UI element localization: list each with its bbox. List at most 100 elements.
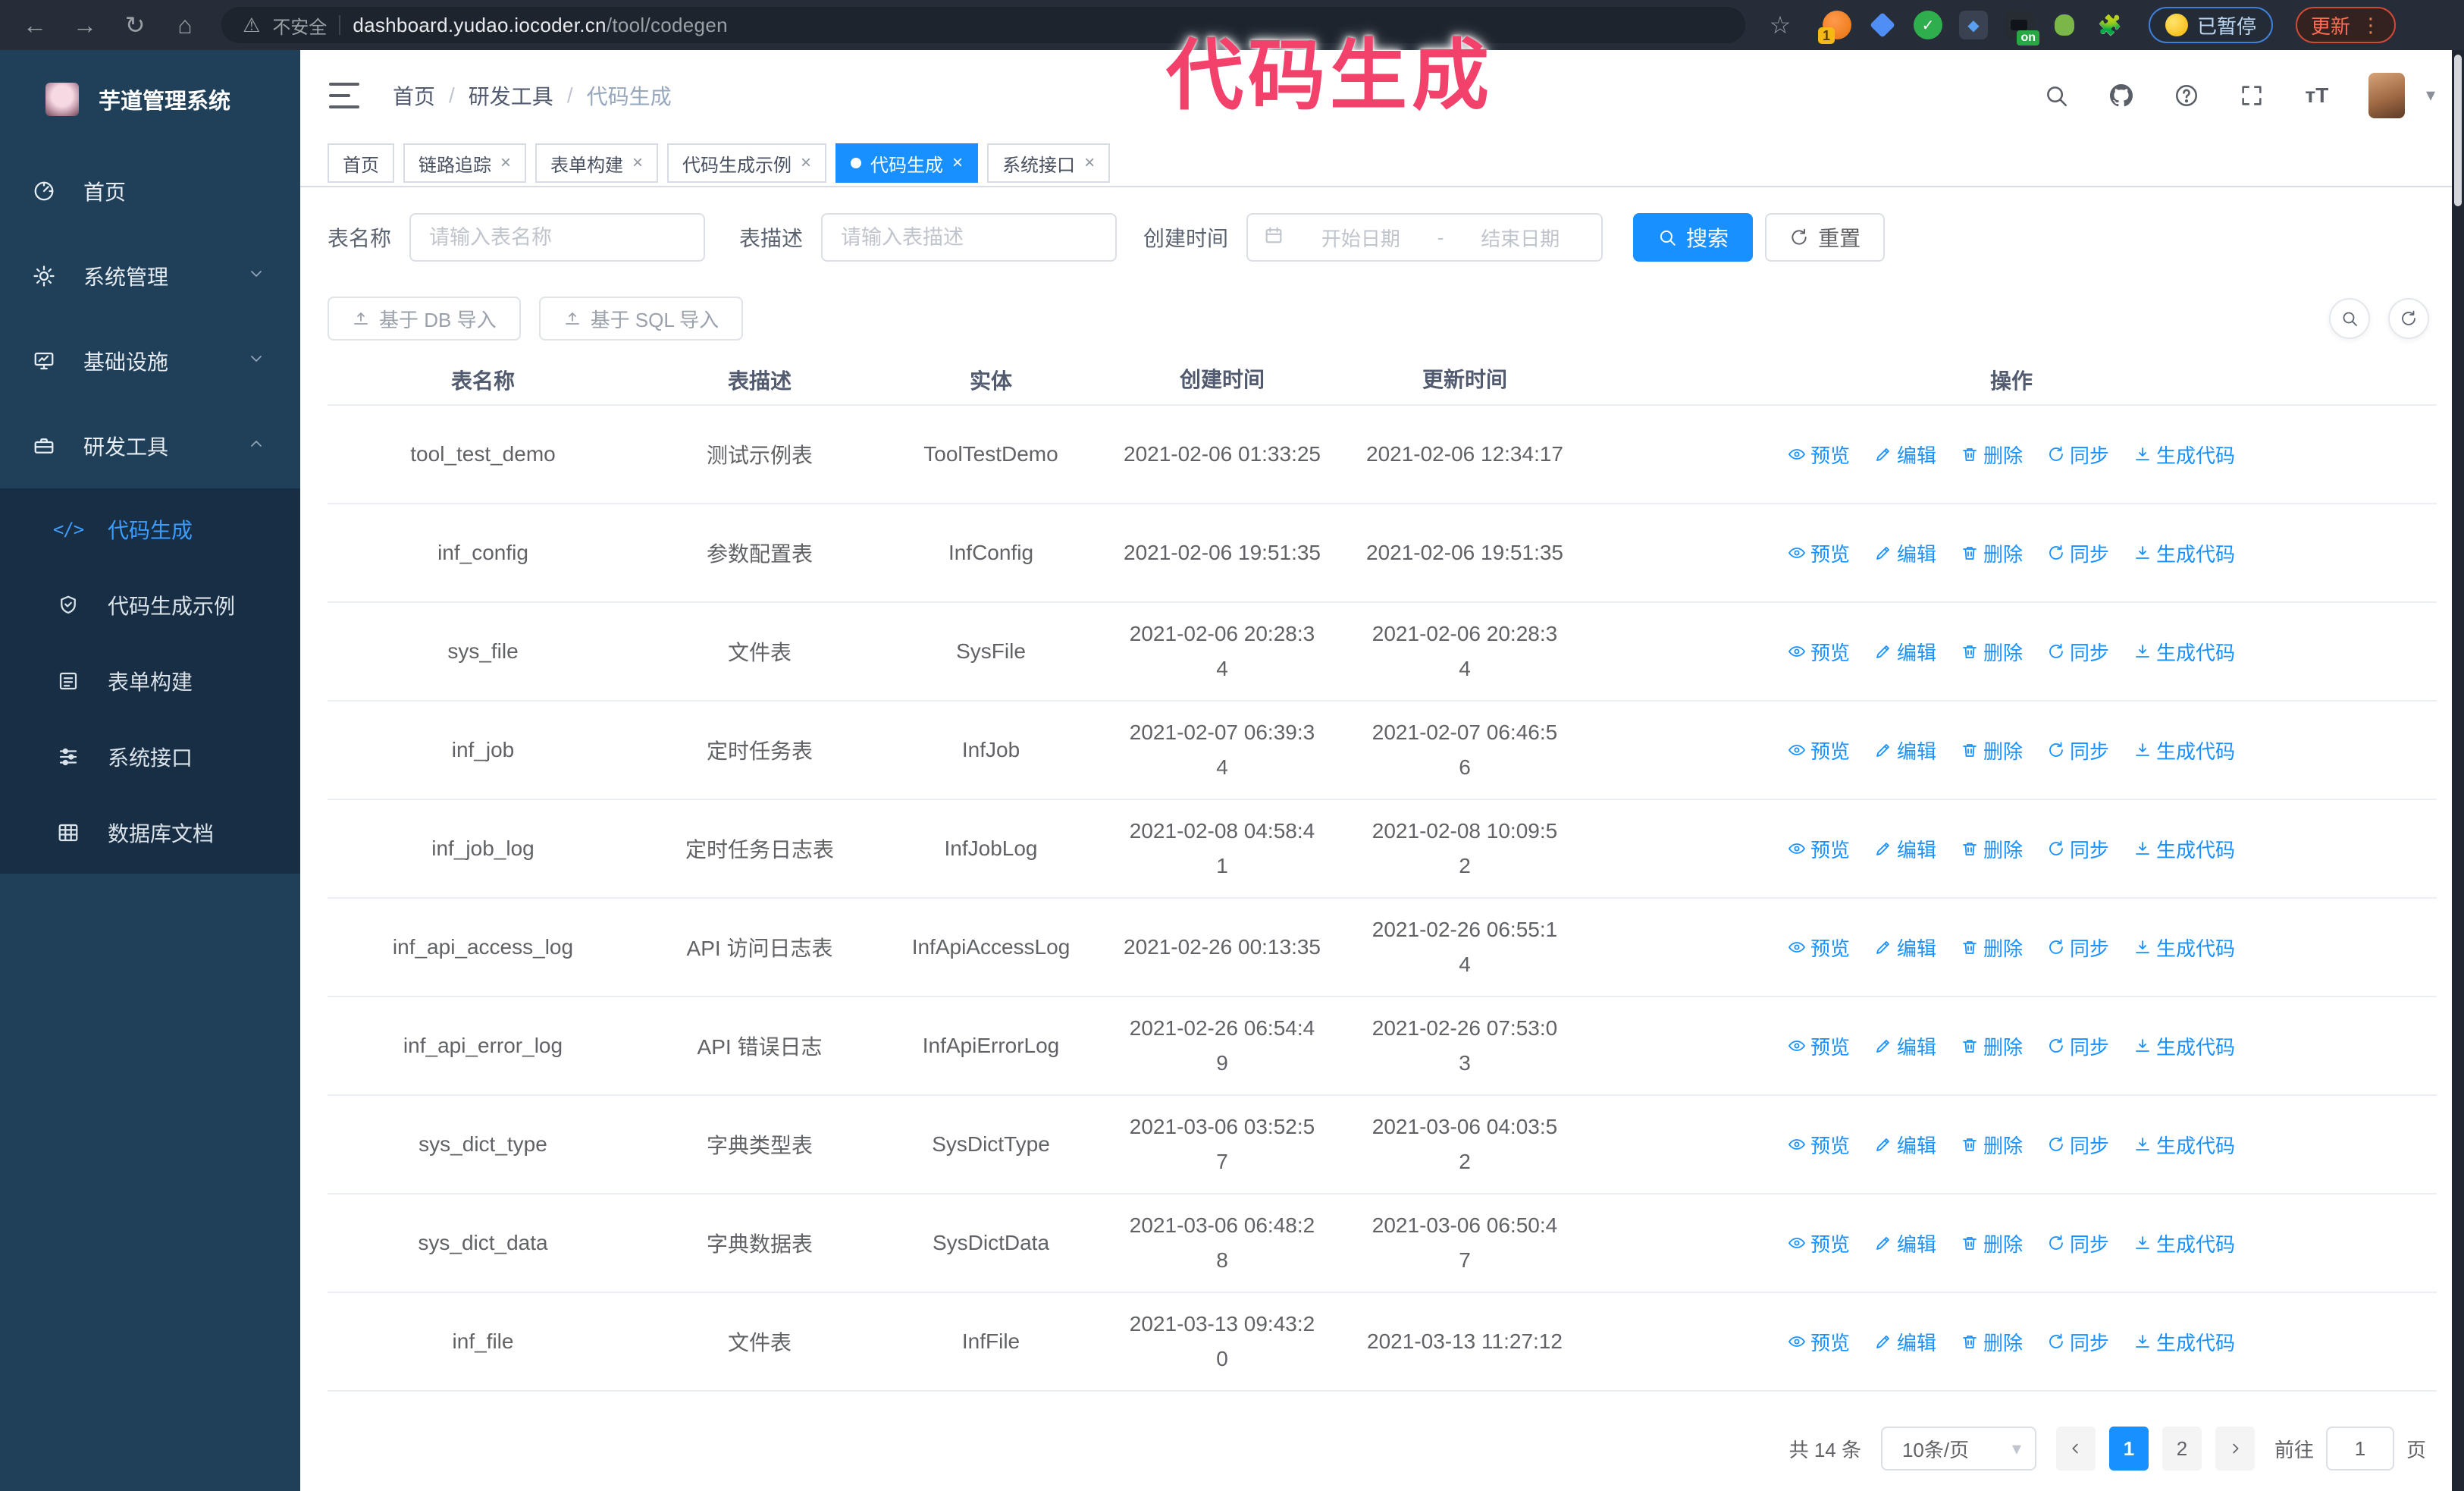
delete-link[interactable]: 删除 (1961, 539, 2023, 567)
tab-tracing[interactable]: 链路追踪 × (403, 143, 527, 183)
preview-link[interactable]: 预览 (1788, 736, 1850, 764)
table-name-input[interactable] (409, 213, 706, 262)
generate-code-link[interactable]: 生成代码 (2133, 835, 2235, 863)
extension-icon-grid[interactable]: ◆ (1959, 11, 1988, 39)
edit-link[interactable]: 编辑 (1874, 1131, 1936, 1159)
extension-icon-check[interactable]: ✓ (1914, 11, 1942, 39)
next-page-button[interactable] (2215, 1427, 2255, 1471)
extension-icon-tampermonkey[interactable]: on (2005, 11, 2039, 46)
edit-link[interactable]: 编辑 (1874, 835, 1936, 863)
sidebar-item-infra[interactable]: 基础设施 (0, 319, 300, 403)
browser-forward-button[interactable]: → (65, 5, 105, 45)
search-button[interactable]: 搜索 (1633, 213, 1754, 262)
browser-update-button[interactable]: 更新 ⋮ (2296, 7, 2397, 43)
extension-icon-orange[interactable]: 1 (1818, 11, 1851, 44)
preview-link[interactable]: 预览 (1788, 1229, 1850, 1257)
delete-link[interactable]: 删除 (1961, 1131, 2023, 1159)
generate-code-link[interactable]: 生成代码 (2133, 539, 2235, 567)
delete-link[interactable]: 删除 (1961, 638, 2023, 666)
tab-form-builder[interactable]: 表单构建 × (535, 143, 659, 183)
sync-link[interactable]: 同步 (2047, 934, 2109, 962)
generate-code-link[interactable]: 生成代码 (2133, 1328, 2235, 1356)
bookmark-star-icon[interactable]: ☆ (1760, 5, 1800, 45)
extension-icon-gem[interactable] (1868, 11, 1897, 39)
close-icon[interactable]: × (500, 152, 511, 174)
extension-icon-puzzle[interactable]: 🧩 (2096, 11, 2124, 39)
page-size-select[interactable]: 10条/页 ▾ (1880, 1427, 2036, 1471)
sync-link[interactable]: 同步 (2047, 1032, 2109, 1060)
edit-link[interactable]: 编辑 (1874, 539, 1936, 567)
sidebar-item-devtools[interactable]: 研发工具 (0, 403, 300, 488)
sync-link[interactable]: 同步 (2047, 1131, 2109, 1159)
sidebar-item-db-doc[interactable]: 数据库文档 (0, 795, 300, 871)
edit-link[interactable]: 编辑 (1874, 934, 1936, 962)
security-label[interactable]: 不安全 (272, 12, 327, 39)
goto-page-input[interactable] (2325, 1427, 2394, 1471)
generate-code-link[interactable]: 生成代码 (2133, 441, 2235, 469)
sidebar-item-home[interactable]: 首页 (0, 149, 300, 234)
github-icon[interactable] (2108, 82, 2135, 109)
delete-link[interactable]: 删除 (1961, 1328, 2023, 1356)
preview-link[interactable]: 预览 (1788, 1032, 1850, 1060)
delete-link[interactable]: 删除 (1961, 441, 2023, 469)
browser-home-button[interactable]: ⌂ (165, 5, 205, 45)
table-desc-input[interactable] (821, 213, 1118, 262)
delete-link[interactable]: 删除 (1961, 835, 2023, 863)
delete-link[interactable]: 删除 (1961, 1032, 2023, 1060)
edit-link[interactable]: 编辑 (1874, 1229, 1936, 1257)
sync-link[interactable]: 同步 (2047, 539, 2109, 567)
sidebar-toggle-icon[interactable] (329, 82, 359, 108)
sync-link[interactable]: 同步 (2047, 441, 2109, 469)
prev-page-button[interactable] (2055, 1427, 2096, 1471)
page-button-2[interactable]: 2 (2161, 1427, 2202, 1471)
sync-link[interactable]: 同步 (2047, 1328, 2109, 1356)
breadcrumb-home[interactable]: 首页 (393, 80, 435, 111)
generate-code-link[interactable]: 生成代码 (2133, 1229, 2235, 1257)
sidebar-item-form-builder[interactable]: 表单构建 (0, 643, 300, 719)
generate-code-link[interactable]: 生成代码 (2133, 638, 2235, 666)
address-bar[interactable]: ⚠ 不安全 dashboard.yudao.iocoder.cn/tool/co… (221, 7, 1745, 43)
sidebar-item-codegen[interactable]: </> 代码生成 (0, 491, 300, 567)
sidebar-item-system-api[interactable]: 系统接口 (0, 719, 300, 795)
toggle-search-button[interactable] (2329, 298, 2370, 339)
window-scrollbar[interactable] (2452, 50, 2464, 1491)
browser-menu-icon[interactable]: ⋮ (2361, 14, 2381, 37)
date-range-picker[interactable]: 开始日期 - 结束日期 (1246, 213, 1603, 262)
fullscreen-icon[interactable] (2238, 82, 2265, 109)
delete-link[interactable]: 删除 (1961, 736, 2023, 764)
preview-link[interactable]: 预览 (1788, 934, 1850, 962)
page-button-1[interactable]: 1 (2108, 1427, 2149, 1471)
tab-system-api[interactable]: 系统接口 × (987, 143, 1111, 183)
user-avatar[interactable] (2368, 72, 2405, 118)
reset-button[interactable]: 重置 (1765, 213, 1886, 262)
sync-link[interactable]: 同步 (2047, 638, 2109, 666)
refresh-table-button[interactable] (2388, 298, 2429, 339)
sync-link[interactable]: 同步 (2047, 736, 2109, 764)
tab-codegen[interactable]: 代码生成 × (835, 143, 979, 183)
scrollbar-thumb[interactable] (2454, 55, 2462, 206)
edit-link[interactable]: 编辑 (1874, 736, 1936, 764)
sidebar-item-codegen-demo[interactable]: 代码生成示例 (0, 567, 300, 643)
sync-link[interactable]: 同步 (2047, 835, 2109, 863)
search-icon[interactable] (2042, 82, 2070, 109)
generate-code-link[interactable]: 生成代码 (2133, 1032, 2235, 1060)
edit-link[interactable]: 编辑 (1874, 441, 1936, 469)
import-db-button[interactable]: 基于 DB 导入 (328, 297, 521, 341)
preview-link[interactable]: 预览 (1788, 835, 1850, 863)
preview-link[interactable]: 预览 (1788, 539, 1850, 567)
breadcrumb-devtools[interactable]: 研发工具 (469, 80, 553, 111)
sidebar-item-system[interactable]: 系统管理 (0, 234, 300, 319)
edit-link[interactable]: 编辑 (1874, 1328, 1936, 1356)
generate-code-link[interactable]: 生成代码 (2133, 736, 2235, 764)
close-icon[interactable]: × (632, 152, 643, 174)
profile-paused-badge[interactable]: 已暂停 (2149, 7, 2274, 43)
edit-link[interactable]: 编辑 (1874, 638, 1936, 666)
tab-home[interactable]: 首页 (328, 143, 394, 183)
close-icon[interactable]: × (801, 152, 811, 174)
browser-reload-button[interactable]: ↻ (115, 5, 155, 45)
delete-link[interactable]: 删除 (1961, 1229, 2023, 1257)
help-icon[interactable] (2173, 82, 2200, 109)
tab-codegen-demo[interactable]: 代码生成示例 × (667, 143, 827, 183)
preview-link[interactable]: 预览 (1788, 1328, 1850, 1356)
preview-link[interactable]: 预览 (1788, 1131, 1850, 1159)
